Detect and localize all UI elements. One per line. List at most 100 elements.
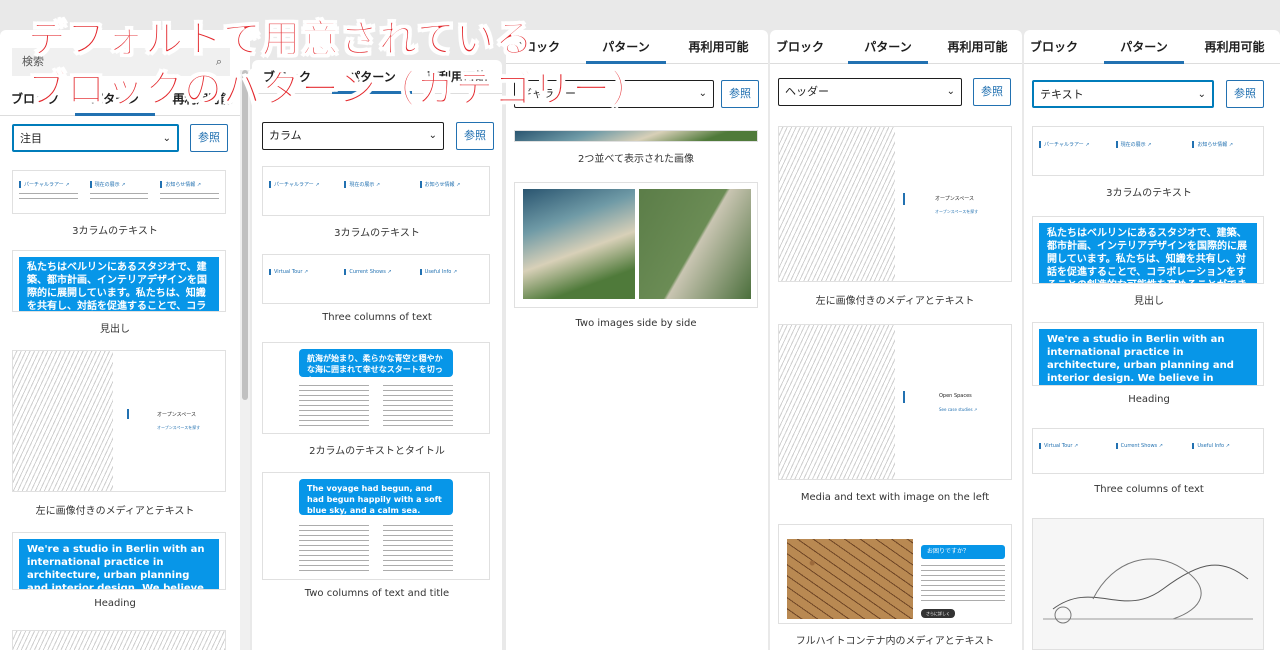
pattern-caption: Three columns of text xyxy=(322,312,432,323)
col-heading: Current Shows ↗ xyxy=(1115,443,1181,449)
heading-text: We're a studio in Berlin with an interna… xyxy=(1039,329,1257,385)
pattern-preview-heading-jp[interactable]: 私たちはベルリンにあるスタジオで、建築、都市計画、インテリアデザインを国際的に展… xyxy=(12,250,226,312)
pattern-preview-3col-en[interactable]: Virtual Tour ↗ Current Shows ↗ Useful In… xyxy=(1032,428,1264,474)
col-heading: Useful Info ↗ xyxy=(419,269,483,275)
col-heading: 現在の展示 ↗ xyxy=(344,181,407,188)
pattern-preview-fullheight-media[interactable]: お困りですか？ さらに詳しく xyxy=(778,524,1012,624)
pattern-preview-heading-en[interactable]: We're a studio in Berlin with an interna… xyxy=(1032,322,1264,386)
pattern-caption: Media and text with image on the left xyxy=(800,492,990,503)
pattern-caption: Two images side by side xyxy=(575,318,697,329)
pattern-caption: Three columns of text xyxy=(1094,484,1204,495)
pattern-caption: Heading xyxy=(94,598,136,609)
tab-blocks[interactable]: ブロック xyxy=(770,30,830,64)
col-heading: Current Shows ↗ xyxy=(344,269,407,275)
browse-button[interactable]: 参照 xyxy=(721,80,759,108)
pattern-caption: 見出し xyxy=(100,324,130,335)
chevron-down-icon: ⌄ xyxy=(946,86,955,97)
media-link: オープンスペースを探す xyxy=(935,209,979,214)
title-text: 航海が始まり、柔らかな青空と穏やかな海に囲まれて幸せなスタートを切った。 xyxy=(299,349,453,377)
browse-button[interactable]: 参照 xyxy=(456,122,494,150)
tab-reusable[interactable]: 再利用可能 xyxy=(676,30,761,64)
inserter-panel-text: ブロック パターン 再利用可能 テキスト ⌄ 参照 パーチャルラアー ↗ 現在の展… xyxy=(1024,30,1280,650)
pattern-caption: 左に画像付きのメディアとテキスト xyxy=(35,506,195,517)
pattern-caption: 2カラムのテキストとタイトル xyxy=(309,446,445,457)
col-heading: Useful Info ↗ xyxy=(1192,443,1257,449)
media-link: See case studies ↗ xyxy=(939,407,978,412)
pattern-caption: 3カラムのテキスト xyxy=(72,226,158,237)
pattern-preview-media-text-jp[interactable]: オープンスペース オープンスペースを探す xyxy=(778,126,1012,282)
inserter-panel-columns: ブロック パターン 再利用可能 カラム ⌄ 参照 パーチャルラアー ↗ 現在の展示… xyxy=(252,60,502,650)
media-link: オープンスペースを探す xyxy=(157,425,201,430)
col-heading: パーチャルラアー ↗ xyxy=(19,181,78,188)
pattern-preview-heading-en[interactable]: We're a studio in Berlin with an interna… xyxy=(12,532,226,590)
pattern-caption: 見出し xyxy=(1134,296,1164,307)
pattern-preview-media-text-en[interactable]: Open Spaces See case studies ↗ xyxy=(778,324,1012,480)
media-title: Open Spaces xyxy=(939,393,972,399)
browse-button[interactable]: 参照 xyxy=(1226,80,1264,108)
chevron-down-icon: ⌄ xyxy=(428,130,437,141)
tab-bar: ブロック パターン 再利用可能 xyxy=(1024,30,1280,64)
heading-text: 私たちはベルリンにあるスタジオで、建築、都市計画、インテリアデザインを国際的に展… xyxy=(1039,223,1257,283)
pattern-preview-two-images[interactable] xyxy=(514,182,758,308)
tab-reusable[interactable]: 再利用可能 xyxy=(935,30,1020,64)
annotation-line1: デフォルトで用意されている xyxy=(28,17,534,62)
heading-text: 私たちはベルリンにあるスタジオで、建築、都市計画、インテリアデザインを国際的に展… xyxy=(19,257,219,311)
media-title: オープンスペース xyxy=(157,412,197,418)
media-image xyxy=(779,127,895,281)
col-heading: Virtual Tour ↗ xyxy=(269,269,332,275)
pattern-caption: フルハイトコンテナ内のメディアとテキスト xyxy=(795,636,995,647)
pattern-preview-3col-en[interactable]: Virtual Tour ↗ Current Shows ↗ Useful In… xyxy=(262,254,490,304)
pattern-caption: 3カラムのテキスト xyxy=(1106,188,1192,199)
more-button: さらに詳しく xyxy=(921,609,955,618)
gallery-image xyxy=(523,189,635,299)
col-heading: お知らせ情報 ↗ xyxy=(160,181,219,188)
inserter-panel-featured: 検索 ⌕ ブロック パターン 再利用可能 注目 ⌄ 参照 パーチャルラアー ↗ 現… xyxy=(0,30,250,650)
title-text: The voyage had begun, and had begun happ… xyxy=(299,479,453,515)
pattern-preview-image[interactable] xyxy=(514,130,758,142)
tab-bar: ブロック パターン 再利用可能 xyxy=(770,30,1022,64)
category-select[interactable]: 注目 ⌄ xyxy=(12,124,179,152)
pattern-preview[interactable] xyxy=(12,630,226,650)
inserter-panel-header: ブロック パターン 再利用可能 ヘッダー ⌄ 参照 オープンスペース オープンスペ… xyxy=(770,30,1022,650)
pattern-caption: 2つ並べて表示された画像 xyxy=(578,154,694,165)
tab-reusable[interactable]: 再利用可能 xyxy=(1192,30,1277,64)
pattern-preview-2col-title-en[interactable]: The voyage had begun, and had begun happ… xyxy=(262,472,490,580)
col-heading: お知らせ情報 ↗ xyxy=(419,181,483,188)
category-select[interactable]: ヘッダー ⌄ xyxy=(778,78,962,106)
pattern-preview-2col-title-jp[interactable]: 航海が始まり、柔らかな青空と穏やかな海に囲まれて幸せなスタートを切った。 xyxy=(262,342,490,434)
pattern-preview-3col-jp[interactable]: パーチャルラアー ↗ 現在の展示 ↗ お知らせ情報 ↗ xyxy=(1032,126,1264,176)
scrollbar-thumb[interactable] xyxy=(242,70,248,400)
browse-button[interactable]: 参照 xyxy=(190,124,228,152)
chevron-down-icon: ⌄ xyxy=(698,88,707,99)
pattern-preview-3col-jp[interactable]: パーチャルラアー ↗ 現在の展示 ↗ お知らせ情報 ↗ xyxy=(12,170,226,214)
col-heading: お知らせ情報 ↗ xyxy=(1192,141,1257,148)
media-title: オープンスペース xyxy=(935,196,975,202)
sketch-image xyxy=(1043,558,1253,624)
category-select[interactable]: テキスト ⌄ xyxy=(1032,80,1214,108)
media-image xyxy=(787,539,913,619)
col-heading: パーチャルラアー ↗ xyxy=(269,181,332,188)
heading-text: We're a studio in Berlin with an interna… xyxy=(19,539,219,589)
pattern-caption: Two columns of text and title xyxy=(304,588,450,599)
pattern-preview-3col-jp[interactable]: パーチャルラアー ↗ 現在の展示 ↗ お知らせ情報 ↗ xyxy=(262,166,490,216)
category-select[interactable]: カラム ⌄ xyxy=(262,122,444,150)
pattern-preview-sketch[interactable] xyxy=(1032,518,1264,650)
scrollbar[interactable] xyxy=(240,70,250,650)
tab-patterns[interactable]: パターン xyxy=(848,30,928,64)
chevron-down-icon: ⌄ xyxy=(162,133,171,144)
pattern-preview-heading-jp[interactable]: 私たちはベルリンにあるスタジオで、建築、都市計画、インテリアデザインを国際的に展… xyxy=(1032,216,1264,284)
col-heading: Virtual Tour ↗ xyxy=(1039,443,1104,449)
pattern-caption: Heading xyxy=(1128,394,1170,405)
tab-patterns[interactable]: パターン xyxy=(1104,30,1184,64)
browse-button[interactable]: 参照 xyxy=(973,78,1011,106)
pattern-preview-media-text[interactable]: オープンスペース オープンスペースを探す xyxy=(12,350,226,492)
media-image xyxy=(779,325,895,479)
pattern-caption: 左に画像付きのメディアとテキスト xyxy=(815,296,975,307)
chevron-down-icon: ⌄ xyxy=(1197,89,1206,100)
callout-heading: お困りですか？ xyxy=(921,545,1005,559)
pattern-caption: 3カラムのテキスト xyxy=(334,228,420,239)
media-image xyxy=(13,351,113,491)
tab-blocks[interactable]: ブロック xyxy=(1024,30,1084,64)
annotation-line2: ブロックのパターン（カテゴリー） xyxy=(27,67,651,112)
col-heading: 現在の展示 ↗ xyxy=(1115,141,1181,148)
